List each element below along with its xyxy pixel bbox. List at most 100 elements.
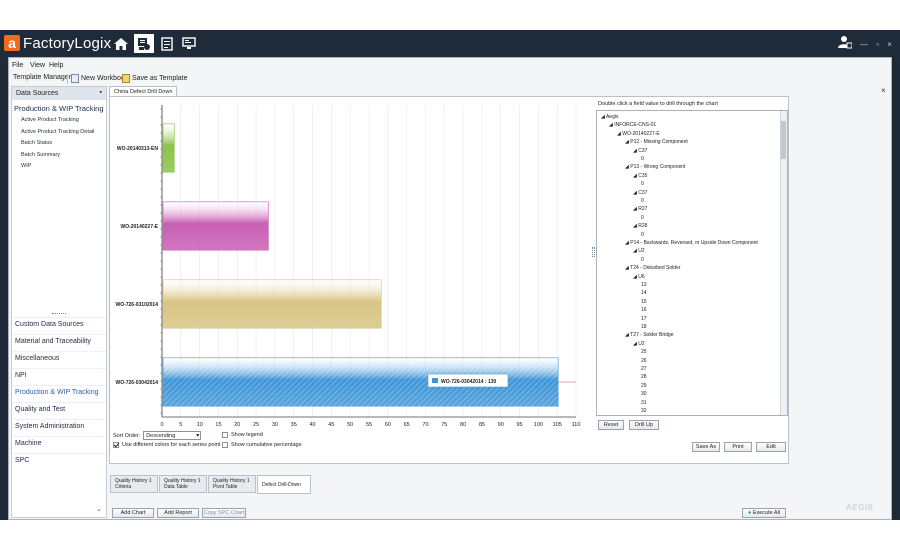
tree-node[interactable]: ◢ R27	[633, 206, 647, 212]
tree-node[interactable]: ◢ INFORCE-CNS-01	[609, 122, 656, 128]
data-source-item[interactable]: Batch Summary	[21, 152, 94, 164]
tree-node[interactable]: ◢ P12 - Missing Component	[625, 139, 688, 145]
tree-node[interactable]: 0	[641, 156, 644, 162]
x-tick-label: 95	[516, 422, 522, 428]
add-chart-button[interactable]: Add Chart	[112, 508, 154, 518]
document-icon[interactable]	[157, 34, 177, 53]
home-icon[interactable]	[111, 34, 131, 53]
panel-splitter[interactable]	[592, 247, 595, 257]
tree-node[interactable]: 13	[641, 282, 647, 288]
tree-node[interactable]: 26	[641, 358, 647, 364]
x-tick-label: 110	[572, 422, 581, 428]
tree-node[interactable]: ◢ U2	[633, 341, 645, 347]
sort-order-select[interactable]: Descending	[143, 431, 202, 440]
edit-button[interactable]: Edit	[756, 442, 786, 452]
menu-file[interactable]: File	[12, 62, 23, 69]
template-manager-button[interactable]: Template Manager	[13, 74, 71, 81]
execute-all-button[interactable]: ● Execute All	[742, 508, 786, 518]
tree-node[interactable]: ◢ C37	[633, 190, 647, 196]
tree-node[interactable]: ◢ T24 - Disturbed Solder	[625, 265, 680, 271]
copy-spc-chart-button[interactable]: Copy SPC Chart	[202, 508, 246, 518]
reports-icon[interactable]	[134, 34, 154, 53]
x-tick-label: 10	[197, 422, 203, 428]
reset-button[interactable]: Reset	[598, 420, 624, 430]
category-item[interactable]: NPI	[12, 368, 106, 385]
category-item-active[interactable]: Production & WIP Tracking	[12, 385, 106, 402]
window-controls[interactable]: — ▫ ×	[860, 40, 895, 49]
data-source-item[interactable]: Active Product Tracking Detail	[21, 129, 94, 141]
data-source-item[interactable]: WIP	[21, 163, 94, 175]
tree-node[interactable]: 17	[641, 316, 647, 322]
sheet-tab[interactable]: Quality History 1 Criteria	[110, 475, 158, 493]
category-item[interactable]: Machine	[12, 436, 106, 453]
tree-node[interactable]: ◢ WO-20140227-E	[617, 131, 660, 137]
tree-node[interactable]: 32	[641, 408, 647, 414]
tree-node[interactable]: 31	[641, 400, 647, 406]
tree-node[interactable]: ◢ U6	[633, 274, 645, 280]
tree-node[interactable]: ◢ R28	[633, 223, 647, 229]
diff-colors-option[interactable]: Use different colors for each series poi…	[113, 442, 220, 448]
tree-node[interactable]: 25	[641, 349, 647, 355]
sheet-tab[interactable]: Quality History 1 Data Table	[159, 475, 207, 493]
category-item[interactable]: Quality and Test	[12, 402, 106, 419]
sheet-tab[interactable]: Quality History 1 Pivot Table	[208, 475, 256, 493]
close-icon[interactable]: ×	[881, 86, 886, 95]
tree-node[interactable]: 28	[641, 374, 647, 380]
document-tab[interactable]: China Defect Drill Down	[109, 86, 177, 96]
drill-tree[interactable]: ◢ Aegis ◢ INFORCE-CNS-01 ◢ WO-20140227-E ◢ …	[596, 110, 788, 416]
menu-help[interactable]: Help	[49, 62, 63, 69]
tree-node[interactable]: 27	[641, 366, 647, 372]
toolbar-divider	[67, 74, 68, 84]
chevron-down-icon[interactable]: ⌄	[96, 505, 102, 513]
tree-node[interactable]: 30	[641, 391, 647, 397]
diff-colors-checkbox[interactable]	[113, 442, 119, 448]
cumulative-checkbox[interactable]	[222, 442, 228, 448]
tree-node[interactable]: ◢ C37	[633, 148, 647, 154]
tree-node[interactable]: 0	[641, 257, 644, 263]
print-button[interactable]: Print	[724, 442, 752, 452]
tree-node[interactable]: 0	[641, 198, 644, 204]
save-template-button[interactable]: Save as Template	[122, 74, 188, 83]
category-item[interactable]: Miscellaneous	[12, 351, 106, 368]
data-source-item[interactable]: Active Product Tracking	[21, 117, 94, 129]
tree-node[interactable]: 0	[641, 232, 644, 238]
tree-node[interactable]: ◢ P13 - Wrong Component	[625, 164, 685, 170]
x-tick-label: 75	[441, 422, 447, 428]
data-source-item[interactable]: Batch Status	[21, 140, 94, 152]
tree-node[interactable]: ◢ Aegis	[601, 114, 618, 120]
execute-all-label: Execute All	[752, 510, 781, 516]
tree-node[interactable]: ◢ C35	[633, 173, 647, 179]
show-legend-option[interactable]: Show legend	[222, 432, 263, 438]
scroll-thumb[interactable]	[781, 121, 786, 159]
tree-node[interactable]: 14	[641, 290, 647, 296]
tree-node[interactable]: 0	[641, 181, 644, 187]
tree-node[interactable]: 18	[641, 324, 647, 330]
sidebar-splitter[interactable]	[52, 313, 66, 315]
top-bar: a FactoryLogix — ▫ ×	[0, 30, 900, 57]
data-source-list: Active Product Tracking Active Product T…	[21, 117, 94, 175]
tree-node[interactable]: 0	[641, 215, 644, 221]
drill-up-button[interactable]: Drill Up	[629, 420, 659, 430]
category-item[interactable]: System Administration	[12, 419, 106, 436]
tree-node[interactable]: 15	[641, 299, 647, 305]
sheet-tab-active[interactable]: Defect Drill-Down	[257, 475, 311, 494]
category-item[interactable]: Material and Traceability	[12, 334, 106, 351]
user-icon[interactable]	[838, 35, 853, 54]
category-item[interactable]: SPC	[12, 453, 106, 470]
show-legend-checkbox[interactable]	[222, 432, 228, 438]
monitor-icon[interactable]	[179, 34, 199, 53]
save-as-button[interactable]: Save As	[692, 442, 720, 452]
tree-node[interactable]: 29	[641, 383, 647, 389]
tree-node[interactable]: ◢ U2	[633, 248, 645, 254]
pin-icon[interactable]: ▪	[100, 89, 102, 96]
add-report-button[interactable]: Add Report	[157, 508, 199, 518]
new-workbook-button[interactable]: New Workbook	[71, 74, 128, 83]
menu-view[interactable]: View	[30, 62, 45, 69]
tree-node[interactable]: 16	[641, 307, 647, 313]
category-item[interactable]: Custom Data Sources	[12, 317, 106, 334]
tree-node[interactable]: ◢ T27 - Solder Bridge	[625, 332, 674, 338]
tree-node[interactable]: ◢ P14 - Backwards, Reversed, or Upside D…	[625, 240, 758, 246]
bar	[162, 279, 382, 329]
tree-scrollbar[interactable]	[780, 111, 787, 415]
cumulative-option[interactable]: Show cumulative percentage	[222, 442, 302, 448]
